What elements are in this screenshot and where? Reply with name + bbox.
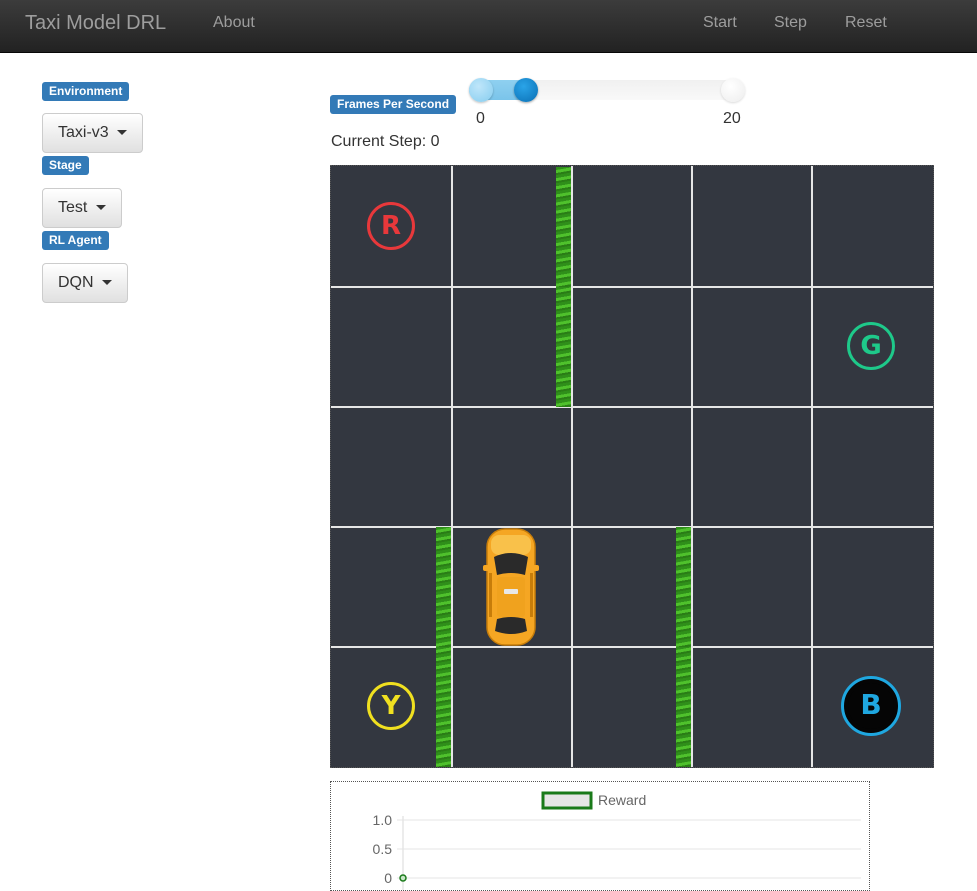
- legend-label: Reward: [598, 792, 646, 808]
- slider-max-label: 20: [723, 110, 741, 127]
- rl-agent-dropdown[interactable]: DQN: [42, 263, 129, 303]
- reward-chart: Reward 1.0 0.5 0: [330, 781, 870, 891]
- environment-label: Environment: [42, 82, 130, 101]
- reward-chart-svg: Reward 1.0 0.5 0: [373, 791, 861, 890]
- grid-line-horizontal: [331, 406, 933, 408]
- chevron-down-icon: [117, 130, 128, 136]
- y-tick-label: 0.5: [373, 841, 393, 857]
- hedge-wall: [436, 527, 451, 647]
- fps-slider[interactable]: [469, 80, 745, 100]
- chevron-down-icon: [102, 280, 113, 286]
- location-y-icon: Y: [367, 682, 415, 730]
- y-tick-label: 1.0: [373, 812, 393, 828]
- navbar: Taxi Model DRL About Start Step Reset: [0, 0, 977, 53]
- reset-button[interactable]: Reset: [845, 14, 887, 32]
- location-g-icon: G: [847, 322, 895, 370]
- hedge-wall: [676, 527, 691, 647]
- grid-line-vertical: [571, 166, 573, 767]
- hedge-wall: [556, 167, 571, 287]
- nav-about-link[interactable]: About: [213, 14, 255, 32]
- environment-value: Taxi-v3: [58, 124, 109, 141]
- taxi-icon: [483, 528, 539, 646]
- stage-dropdown[interactable]: Test: [42, 188, 122, 228]
- hedge-wall: [556, 287, 571, 407]
- reward-point: [399, 874, 407, 882]
- hedge-wall: [676, 647, 691, 767]
- location-r-icon: R: [367, 202, 415, 250]
- step-button[interactable]: Step: [774, 14, 807, 32]
- current-step-text: Current Step: 0: [331, 133, 440, 150]
- environment-dropdown[interactable]: Taxi-v3: [42, 113, 144, 153]
- rl-agent-label: RL Agent: [42, 231, 109, 250]
- grid-line-horizontal: [331, 646, 933, 648]
- y-tick-label: 0: [384, 870, 392, 886]
- fps-slider-min-handle[interactable]: [469, 78, 493, 102]
- grid-line-horizontal: [331, 286, 933, 288]
- fps-label: Frames Per Second: [330, 95, 457, 114]
- stage-value: Test: [58, 199, 88, 216]
- rl-agent-value: DQN: [58, 274, 94, 291]
- fps-slider-handle[interactable]: [514, 78, 538, 102]
- grid-line-vertical: [691, 166, 693, 767]
- start-button[interactable]: Start: [703, 14, 737, 32]
- grid-line-vertical: [451, 166, 453, 767]
- legend-swatch: [541, 791, 593, 810]
- brand-title[interactable]: Taxi Model DRL: [25, 12, 166, 35]
- taxi-grid: R G Y B: [330, 165, 934, 768]
- location-b-icon: B: [841, 676, 901, 736]
- slider-min-label: 0: [476, 110, 485, 127]
- fps-slider-max-handle[interactable]: [721, 78, 745, 102]
- grid-line-vertical: [811, 166, 813, 767]
- chevron-down-icon: [95, 205, 106, 211]
- hedge-wall: [436, 647, 451, 767]
- grid-line-horizontal: [331, 526, 933, 528]
- stage-label: Stage: [42, 156, 89, 175]
